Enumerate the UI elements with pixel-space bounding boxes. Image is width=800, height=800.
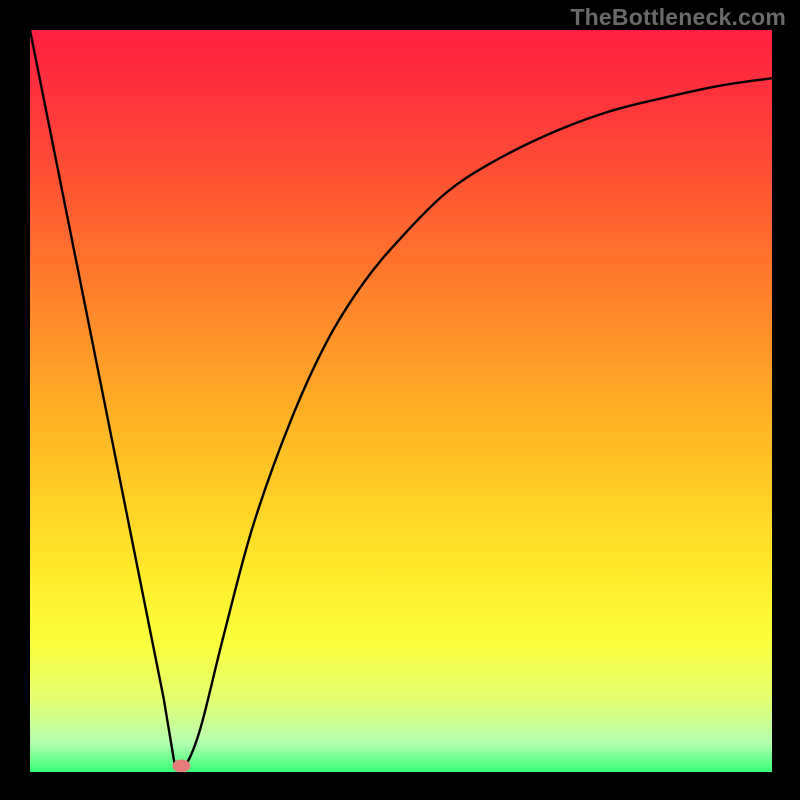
watermark-text: TheBottleneck.com bbox=[570, 4, 786, 31]
gradient-background bbox=[30, 30, 772, 772]
chart-frame: TheBottleneck.com bbox=[0, 0, 800, 800]
optimal-point-marker bbox=[172, 760, 190, 773]
bottleneck-chart bbox=[0, 0, 800, 800]
